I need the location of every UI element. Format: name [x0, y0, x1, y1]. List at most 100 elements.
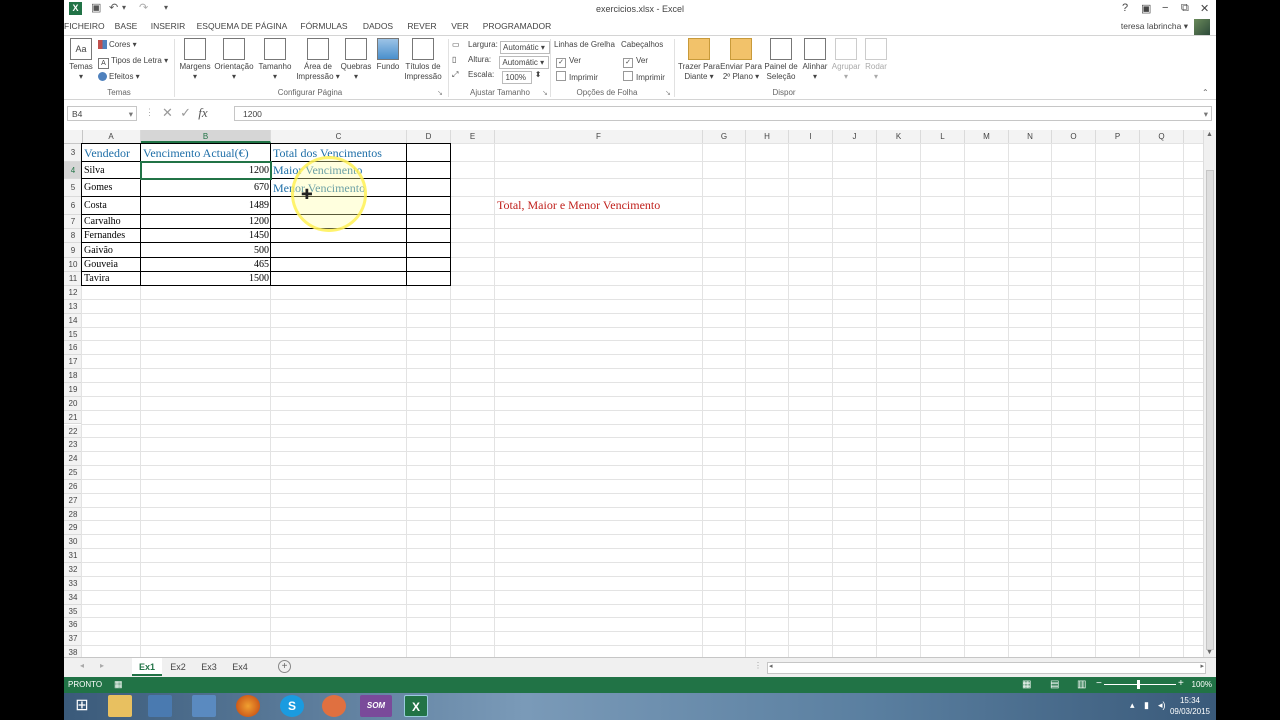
sound-app-icon[interactable]: SOM: [360, 695, 392, 717]
row-header-8[interactable]: 8: [64, 229, 82, 243]
cell-a7[interactable]: Carvalho: [82, 215, 141, 229]
normal-view-icon[interactable]: ▦: [1022, 679, 1031, 690]
row-header-33[interactable]: 33: [64, 576, 82, 591]
scroll-left-icon[interactable]: ◂: [769, 662, 773, 670]
column-header-k[interactable]: K: [877, 130, 921, 143]
cell-a10[interactable]: Gouveia: [82, 258, 141, 272]
column-header-p[interactable]: P: [1096, 130, 1140, 143]
help-button[interactable]: ?: [1122, 2, 1128, 14]
column-header-a[interactable]: A: [82, 130, 141, 143]
tab-split-handle-icon[interactable]: ⋮: [754, 661, 762, 670]
column-header-j[interactable]: J: [833, 130, 877, 143]
efeitos-button[interactable]: Efeitos ▾: [98, 72, 140, 81]
scroll-down-icon[interactable]: ▼: [1206, 649, 1213, 656]
tab-inserir[interactable]: INSERIR: [148, 18, 188, 35]
select-all-corner[interactable]: [64, 130, 83, 143]
row-header-14[interactable]: 14: [64, 313, 82, 328]
vertical-scrollbar[interactable]: ▲ ▼: [1203, 130, 1216, 657]
row-header-18[interactable]: 18: [64, 369, 82, 383]
cell-b10[interactable]: 465: [141, 258, 271, 272]
macro-record-icon[interactable]: ▦: [114, 679, 123, 690]
name-box[interactable]: B4 ▾: [67, 106, 137, 121]
column-header-b[interactable]: B: [141, 130, 271, 143]
column-header-h[interactable]: H: [746, 130, 789, 143]
cabecalhos-imprimir-checkbox[interactable]: Imprimir: [623, 71, 665, 82]
row-header-24[interactable]: 24: [64, 452, 82, 467]
zoom-slider[interactable]: [1104, 684, 1176, 685]
windows-start-icon[interactable]: ⊞: [68, 695, 96, 717]
page-break-view-icon[interactable]: ▥: [1077, 679, 1086, 690]
cancel-icon[interactable]: ✕: [162, 105, 173, 120]
row-header-21[interactable]: 21: [64, 410, 82, 425]
cell-a5[interactable]: Gomes: [82, 179, 141, 197]
tipos-de-letra-button[interactable]: A Tipos de Letra ▾: [98, 56, 168, 69]
row-header-3[interactable]: 3: [64, 144, 82, 162]
row-header-25[interactable]: 25: [64, 466, 82, 480]
column-header-c[interactable]: C: [271, 130, 407, 143]
collapse-ribbon-icon[interactable]: ⌃: [1202, 88, 1209, 97]
sheet-tab-ex1[interactable]: Ex1: [132, 658, 162, 676]
file-explorer-icon[interactable]: [108, 695, 132, 717]
sheet-tab-ex2[interactable]: Ex2: [164, 658, 192, 676]
row-header-22[interactable]: 22: [64, 424, 82, 439]
ribbon-display-icon[interactable]: ▣: [1141, 2, 1151, 15]
remote-desktop-icon[interactable]: [148, 695, 172, 717]
cell-b7[interactable]: 1200: [141, 215, 271, 229]
column-header-g[interactable]: G: [703, 130, 746, 143]
enviar-para-2-plano-button[interactable]: Enviar Para 2º Plano ▾: [720, 38, 762, 82]
formula-input[interactable]: 1200 ▾: [234, 106, 1212, 121]
excel-taskbar-icon[interactable]: X: [404, 695, 428, 717]
cell-b6[interactable]: 1489: [141, 197, 271, 215]
column-header-o[interactable]: O: [1052, 130, 1096, 143]
app-window-icon[interactable]: [192, 695, 216, 717]
row-header-19[interactable]: 19: [64, 382, 82, 397]
row-header-16[interactable]: 16: [64, 341, 82, 356]
trazer-para-diante-button[interactable]: Trazer Para Diante ▾: [678, 38, 720, 82]
tab-ver[interactable]: VER: [444, 18, 476, 35]
new-sheet-button[interactable]: +: [278, 660, 291, 673]
row-header-30[interactable]: 30: [64, 535, 82, 550]
column-header-q[interactable]: Q: [1140, 130, 1184, 143]
column-header-m[interactable]: M: [965, 130, 1009, 143]
temas-button[interactable]: Aa Temas ▾: [68, 38, 94, 82]
drag-handle-icon[interactable]: ⋮: [145, 107, 154, 118]
next-sheet-icon[interactable]: ▸: [100, 661, 104, 670]
zoom-out-icon[interactable]: −: [1096, 678, 1102, 689]
firefox-icon[interactable]: [236, 695, 260, 717]
row-header-12[interactable]: 12: [64, 286, 82, 300]
row-header-27[interactable]: 27: [64, 493, 82, 508]
column-header-l[interactable]: L: [921, 130, 965, 143]
sheet-tab-ex3[interactable]: Ex3: [195, 658, 223, 676]
close-button[interactable]: ✕: [1200, 2, 1209, 15]
horizontal-scrollbar[interactable]: ◂ ▸: [767, 662, 1206, 674]
worksheet-grid[interactable]: ABCDEFGHIJKLMNOPQ 3 4 5 6 7 8 9 10 11 12 13 14 15 16 1…: [64, 130, 1216, 657]
row-header-10[interactable]: 10: [64, 258, 82, 272]
tab-formulas[interactable]: FÓRMULAS: [296, 18, 352, 35]
zoom-level[interactable]: 100%: [1192, 680, 1212, 689]
column-header-e[interactable]: E: [451, 130, 495, 143]
row-header-35[interactable]: 35: [64, 604, 82, 619]
row-header-4[interactable]: 4: [64, 162, 82, 179]
cell-a4[interactable]: Silva: [82, 162, 141, 179]
row-header-32[interactable]: 32: [64, 563, 82, 577]
cell-a11[interactable]: Tavira: [82, 272, 141, 286]
cell-b11[interactable]: 1500: [141, 272, 271, 286]
dialog-launcher-icon[interactable]: ↘: [542, 89, 548, 97]
row-header-7[interactable]: 7: [64, 215, 82, 229]
zoom-slider-thumb[interactable]: [1137, 680, 1140, 689]
taskbar-clock[interactable]: 15:34 09/03/2015: [1170, 695, 1210, 717]
scroll-right-icon[interactable]: ▸: [1200, 662, 1204, 670]
row-header-11[interactable]: 11: [64, 272, 82, 286]
titulos-de-impressao-button[interactable]: Títulos de Impressão: [402, 38, 444, 82]
cell-b3[interactable]: Vencimento Actual(€): [141, 144, 271, 162]
row-header-17[interactable]: 17: [64, 355, 82, 370]
expand-formula-icon[interactable]: ▾: [1204, 107, 1208, 122]
row-header-36[interactable]: 36: [64, 618, 82, 633]
row-header-5[interactable]: 5: [64, 179, 82, 197]
sheet-tab-ex4[interactable]: Ex4: [226, 658, 254, 676]
escala-input[interactable]: 100%: [502, 71, 533, 84]
area-de-impressao-button[interactable]: Área de Impressão ▾: [296, 38, 340, 82]
cell-a6[interactable]: Costa: [82, 197, 141, 215]
volume-icon[interactable]: ◂): [1158, 700, 1166, 711]
quebras-button[interactable]: Quebras ▾: [340, 38, 372, 82]
